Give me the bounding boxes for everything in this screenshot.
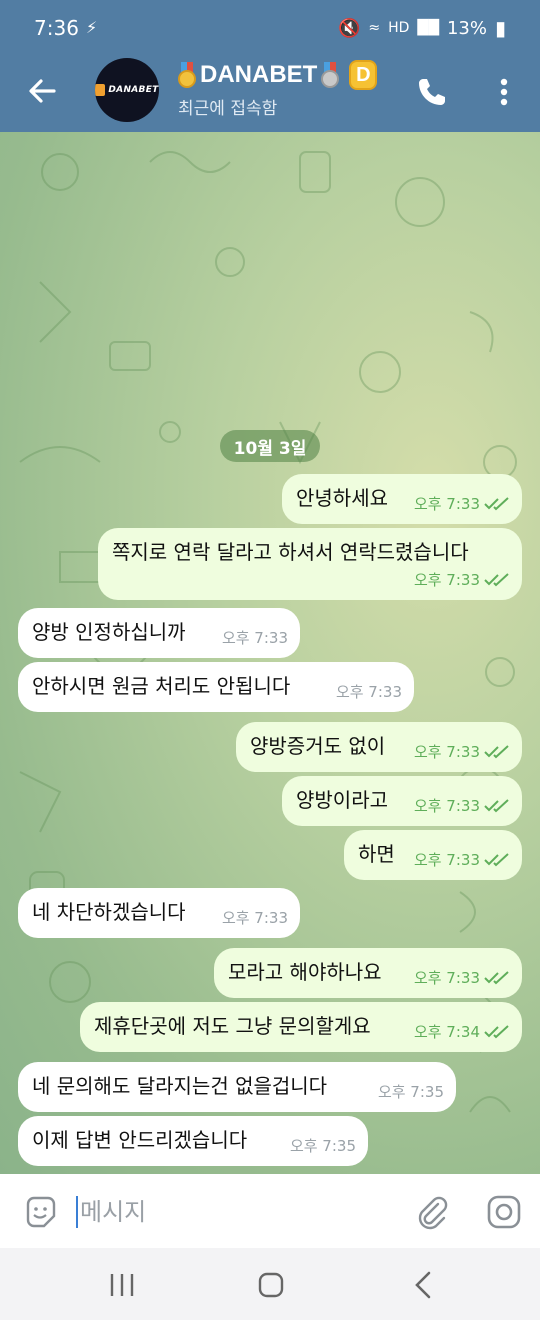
chat-title[interactable]: DANABET D [178,58,378,92]
chat-header: DANABET DANABET D 최근에 접속함 [0,56,540,132]
message-text: 안하시면 원금 처리도 안됩니다 [32,674,291,698]
text-cursor [76,1196,78,1228]
status-time: 7:36 [34,16,79,40]
more-vertical-icon[interactable] [490,72,518,112]
last-seen-status: 최근에 접속함 [178,99,278,119]
recents-icon[interactable] [108,1272,136,1298]
message-meta: 오후 7:33 [414,794,510,818]
attach-icon[interactable] [414,1194,450,1230]
back-arrow-icon[interactable] [24,73,60,109]
usb-icon: ⚡ [86,18,98,37]
double-check-icon [484,799,509,813]
message-meta: 오후 7:35 [378,1080,444,1104]
message-meta: 오후 7:33 [414,492,510,516]
signal-icon: ██ [417,20,439,36]
battery-icon: ▮ [494,16,506,40]
message-meta: 오후 7:33 [414,740,510,764]
message-text: 하면 [358,842,395,866]
phone-icon[interactable] [412,72,452,112]
message-meta: 오후 7:33 [414,568,510,592]
message-text: 모라고 해야하나요 [228,960,382,984]
message-text: 양방 인정하십니까 [32,620,186,644]
message-meta: 오후 7:33 [222,906,288,930]
message-bubble-incoming[interactable]: 네 차단하겠습니다 오후 7:33 [18,888,300,938]
message-time: 오후 7:33 [413,571,480,589]
date-separator: 10월 3일 [220,430,320,462]
double-check-icon [484,745,509,759]
message-meta: 오후 7:33 [336,680,402,704]
system-nav-bar [0,1248,540,1320]
camera-icon[interactable] [486,1194,522,1230]
message-meta: 오후 7:35 [290,1134,356,1158]
message-text: 안녕하세요 [296,486,388,510]
status-right: 🔇 ≈ HD ██ 13% ▮ [338,16,506,40]
silver-medal-icon [321,62,340,88]
message-meta: 오후 7:33 [414,966,510,990]
message-time: 오후 7:33 [413,797,480,815]
message-meta: 오후 7:33 [222,626,288,650]
message-text: 양방증거도 없이 [250,734,386,758]
message-input[interactable] [80,1194,380,1230]
double-check-icon [484,497,509,511]
message-bubble-outgoing[interactable]: 양방이라고 오후 7:33 [282,776,522,826]
back-icon[interactable] [412,1270,434,1300]
message-meta: 오후 7:33 [414,848,510,872]
message-time: 오후 7:35 [289,1137,356,1155]
message-text: 양방이라고 [296,788,388,812]
message-text: 쪽지로 연락 달라고 하셔서 연락드렸습니다 [112,540,469,564]
message-text: 네 문의해도 달라지는건 없을겁니다 [32,1074,328,1098]
gold-medal-icon [178,62,196,88]
message-bubble-outgoing[interactable]: 하면 오후 7:33 [344,830,522,880]
home-icon[interactable] [258,1272,284,1298]
avatar-logo-text: DANABET [108,85,159,95]
message-time: 오후 7:33 [413,495,480,513]
sticker-icon[interactable] [22,1194,58,1230]
double-check-icon [484,853,509,867]
chat-name: DANABET [200,61,318,88]
message-time: 오후 7:33 [335,683,402,701]
battery-level: 13% [446,17,487,39]
message-text: 네 차단하겠습니다 [32,900,186,924]
message-time: 오후 7:35 [377,1083,444,1101]
message-text: 제휴단곳에 저도 그냥 문의할게요 [94,1014,371,1038]
message-bubble-incoming[interactable]: 이제 답변 안드리겠습니다 오후 7:35 [18,1116,368,1166]
message-bubble-outgoing[interactable]: 양방증거도 없이 오후 7:33 [236,722,522,772]
message-bubble-outgoing[interactable]: 쪽지로 연락 달라고 하셔서 연락드렸습니다 오후 7:33 [98,528,522,600]
avatar-logo: DANABET [95,84,158,96]
message-bubble-incoming[interactable]: 양방 인정하십니까 오후 7:33 [18,608,300,658]
double-check-icon [484,573,509,587]
avatar[interactable]: DANABET [95,58,159,122]
double-check-icon [484,1025,509,1039]
message-time: 오후 7:33 [221,629,288,647]
hd-voice-icon: HD [388,20,410,36]
message-text: 이제 답변 안드리겠습니다 [32,1128,248,1152]
message-bubble-incoming[interactable]: 안하시면 원금 처리도 안됩니다 오후 7:33 [18,662,414,712]
message-time: 오후 7:33 [413,743,480,761]
message-time: 오후 7:33 [413,851,480,869]
mute-icon: 🔇 [337,17,361,39]
double-check-icon [484,971,509,985]
message-composer [0,1174,540,1248]
message-time: 오후 7:33 [221,909,288,927]
message-bubble-incoming[interactable]: 네 문의해도 달라지는건 없을겁니다 오후 7:35 [18,1062,456,1112]
message-meta: 오후 7:34 [414,1020,510,1044]
message-time: 오후 7:33 [413,969,480,987]
status-bar: 7:36 ⚡ 🔇 ≈ HD ██ 13% ▮ [0,0,540,56]
d-badge-icon: D [349,60,378,90]
chat-area[interactable]: 10월 3일 안녕하세요 오후 7:33 쪽지로 연락 달라고 하셔서 연락드렸… [0,132,540,1174]
message-bubble-outgoing[interactable]: 제휴단곳에 저도 그냥 문의할게요 오후 7:34 [80,1002,522,1052]
wifi-icon: ≈ [368,20,381,36]
message-time: 오후 7:34 [413,1023,480,1041]
logo-mark-icon [95,84,106,96]
message-bubble-outgoing[interactable]: 안녕하세요 오후 7:33 [282,474,522,524]
message-bubble-outgoing[interactable]: 모라고 해야하나요 오후 7:33 [214,948,522,998]
